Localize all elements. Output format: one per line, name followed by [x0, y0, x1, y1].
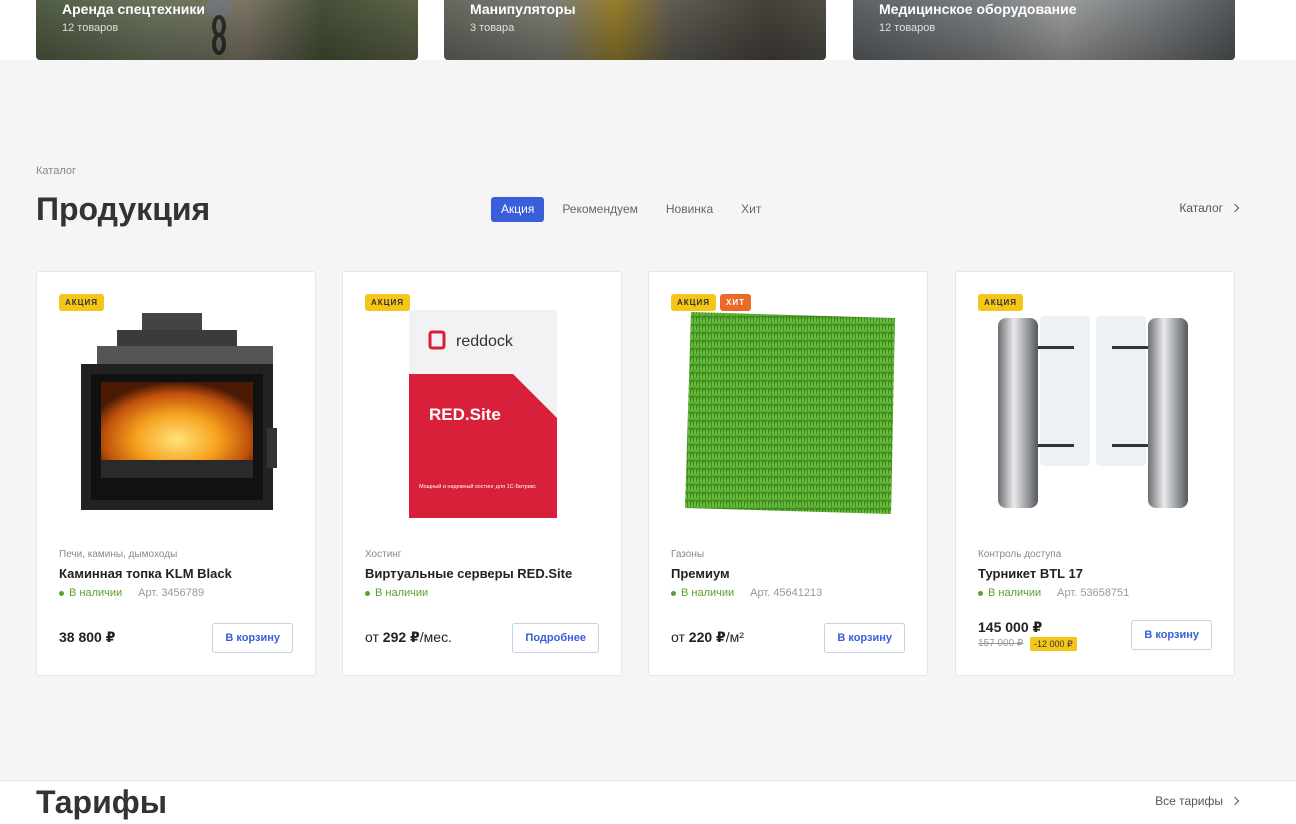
- in-stock-dot-icon: [365, 590, 370, 596]
- category-card-rental[interactable]: Аренда спецтехники 12 товаров: [36, 0, 418, 60]
- product-category: Печи, камины, дымоходы: [59, 549, 178, 560]
- product-name[interactable]: Каминная топка KLM Black: [59, 566, 232, 581]
- chevron-right-icon: [1230, 203, 1240, 213]
- stock-status: В наличии: [365, 587, 428, 599]
- product-card[interactable]: Акция Контроль доступа Турникет BTL 17 В…: [955, 271, 1235, 676]
- category-count: 12 товаров: [62, 22, 119, 34]
- details-button[interactable]: Подробнее: [512, 623, 599, 653]
- category-count: 3 товара: [470, 22, 515, 34]
- catalog-link-label: Каталог: [1179, 201, 1223, 215]
- product-price: от 292 ₽/мес.: [365, 629, 452, 645]
- box-tagline-text: Мощный и надежный хостинг для 1С-Битрикс: [419, 483, 536, 490]
- lawn-image: [685, 312, 895, 514]
- category-card-medical[interactable]: Медицинское оборудование 12 товаров: [853, 0, 1235, 60]
- add-to-cart-button[interactable]: В корзину: [824, 623, 905, 653]
- product-price: от 220 ₽/м²: [671, 629, 744, 645]
- stock-status: В наличии Арт. 3456789: [59, 587, 204, 599]
- product-article: Арт. 53658751: [1057, 587, 1130, 599]
- old-price: 157 000 ₽: [978, 638, 1024, 649]
- category-count: 12 товаров: [879, 22, 936, 34]
- section-title: Продукция: [36, 191, 211, 227]
- stock-status: В наличии Арт. 45641213: [671, 587, 822, 599]
- tab-sale[interactable]: Акция: [491, 197, 545, 222]
- chevron-right-icon: [1230, 796, 1240, 806]
- hosting-box-image: reddock RED.Site Мощный и надежный хости…: [409, 310, 557, 518]
- product-card[interactable]: Акция Хит Газоны Премиум В наличии Арт. …: [648, 271, 928, 676]
- product-tabs: Акция Рекомендуем Новинка Хит: [491, 197, 779, 222]
- stock-status: В наличии Арт. 53658751: [978, 587, 1129, 599]
- category-title: Манипуляторы: [470, 1, 576, 17]
- product-price: 145 000 ₽: [978, 619, 1043, 635]
- tab-new[interactable]: Новинка: [656, 197, 723, 222]
- box-product-text: RED.Site: [429, 405, 501, 424]
- product-card[interactable]: Акция Печи, камины, дымоходы Каминная то…: [36, 271, 316, 676]
- tariffs-title: Тарифы: [36, 784, 168, 820]
- in-stock-dot-icon: [671, 590, 676, 596]
- in-stock-dot-icon: [978, 590, 983, 596]
- tab-recommended[interactable]: Рекомендуем: [552, 197, 648, 222]
- product-article: Арт. 45641213: [750, 587, 823, 599]
- fireplace-image: [81, 313, 277, 510]
- product-category: Газоны: [671, 549, 705, 560]
- add-to-cart-button[interactable]: В корзину: [212, 623, 293, 653]
- product-name[interactable]: Турникет BTL 17: [978, 566, 1083, 581]
- breadcrumb[interactable]: Каталог: [36, 165, 76, 177]
- all-tariffs-label: Все тарифы: [1155, 794, 1223, 808]
- in-stock-dot-icon: [59, 590, 64, 596]
- tab-hit[interactable]: Хит: [731, 197, 771, 222]
- turnstile-image: [998, 316, 1188, 508]
- catalog-link[interactable]: Каталог: [1179, 201, 1240, 215]
- add-to-cart-button[interactable]: В корзину: [1131, 620, 1212, 650]
- product-name[interactable]: Премиум: [671, 566, 730, 581]
- product-name[interactable]: Виртуальные серверы RED.Site: [365, 566, 572, 581]
- product-card[interactable]: Акция reddock RED.Site Мощный и надежный…: [342, 271, 622, 676]
- all-tariffs-link[interactable]: Все тарифы: [1155, 794, 1240, 808]
- product-article: Арт. 3456789: [138, 587, 205, 599]
- tariffs-section: [0, 780, 1296, 824]
- category-card-manipulators[interactable]: Манипуляторы 3 товара: [444, 0, 826, 60]
- box-brand-text: reddock: [456, 333, 514, 350]
- category-title: Аренда спецтехники: [62, 1, 206, 17]
- product-category: Хостинг: [365, 549, 402, 560]
- product-category: Контроль доступа: [978, 549, 1062, 560]
- product-price: 38 800 ₽: [59, 629, 116, 645]
- category-title: Медицинское оборудование: [879, 1, 1077, 17]
- discount-badge: -12 000 ₽: [1030, 637, 1077, 651]
